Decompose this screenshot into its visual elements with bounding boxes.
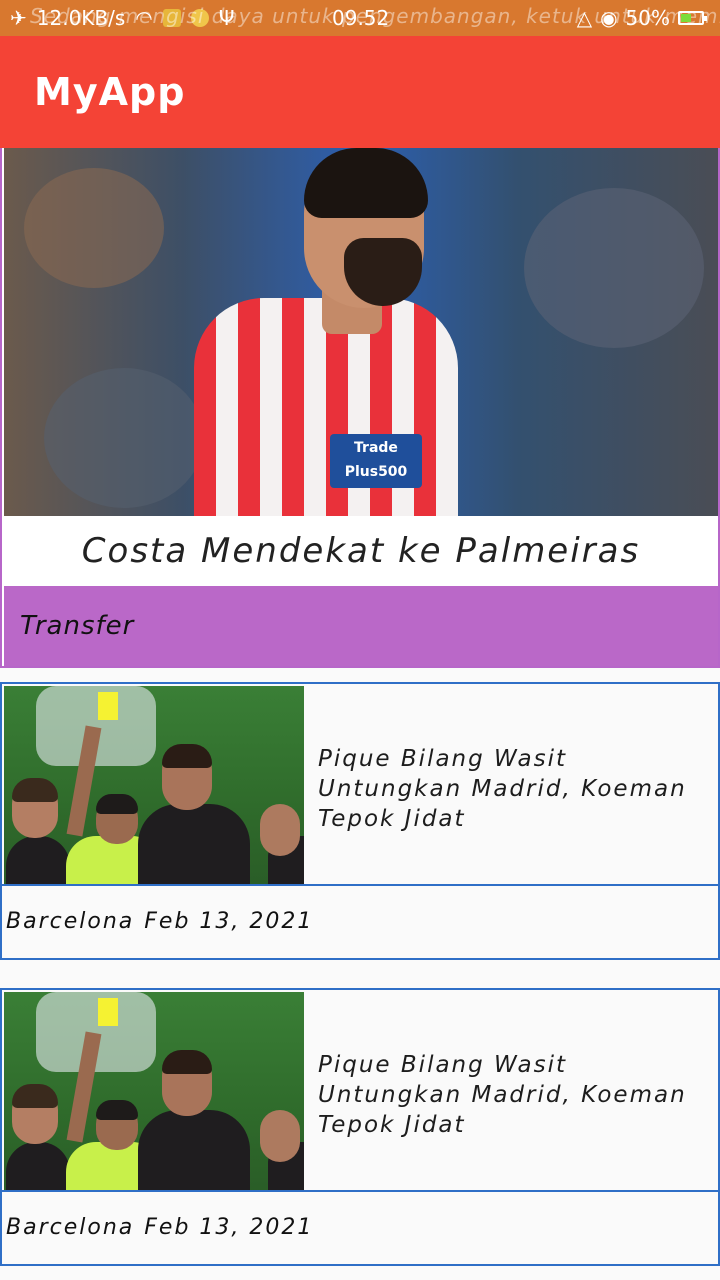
player-left-hair (12, 778, 58, 802)
news-meta: Barcelona Feb 13, 2021 (6, 886, 706, 956)
battery-icon (678, 11, 707, 25)
app-title: MyApp (34, 70, 186, 114)
news-team: Barcelona (6, 908, 135, 934)
player-left-hair (12, 1084, 58, 1108)
player-hair (304, 148, 428, 218)
news-date: Feb 13, 2021 (144, 1214, 314, 1240)
player-left (6, 1142, 70, 1192)
alarm-icon: △ (576, 6, 593, 30)
featured-headline[interactable]: Costa Mendekat ke Palmeiras (4, 516, 718, 586)
featured-card[interactable]: Trade Plus500 Costa Mendekat ke Palmeira… (0, 148, 720, 668)
crowd-blur (24, 168, 164, 288)
crowd-blur (524, 188, 704, 348)
player-center (138, 804, 250, 886)
category-label[interactable]: Transfer (4, 586, 718, 666)
news-team: Barcelona (6, 1214, 135, 1240)
news-title[interactable]: Pique Bilang Wasit Untungkan Madrid, Koe… (318, 744, 708, 834)
player-right-head (260, 804, 300, 856)
news-title[interactable]: Pique Bilang Wasit Untungkan Madrid, Koe… (318, 1050, 708, 1140)
clock: 09.52 (332, 6, 390, 30)
news-thumbnail[interactable] (4, 992, 304, 1192)
referee-hair (96, 794, 138, 814)
news-card[interactable]: Pique Bilang Wasit Untungkan Madrid, Koe… (0, 682, 720, 960)
battery-fill (681, 14, 691, 22)
player-center (138, 1110, 250, 1192)
player-left (6, 836, 70, 886)
jersey-sponsor: Trade Plus500 (330, 434, 422, 488)
news-thumbnail[interactable] (4, 686, 304, 886)
app-bar: MyApp (0, 36, 720, 148)
news-card[interactable]: Pique Bilang Wasit Untungkan Madrid, Koe… (0, 988, 720, 1266)
news-date: Feb 13, 2021 (144, 908, 314, 934)
player-center-hair (162, 1050, 212, 1074)
player-right-head (260, 1110, 300, 1162)
battery-percent: 50% (625, 6, 670, 30)
status-bar: Sedang mengisi daya untuk pengembangan, … (0, 0, 720, 36)
referee-hair (96, 1100, 138, 1120)
featured-image[interactable]: Trade Plus500 (4, 148, 718, 516)
yellow-card-icon (98, 998, 118, 1026)
yellow-card-icon (98, 692, 118, 720)
crowd-blur (44, 368, 204, 508)
player-center-hair (162, 744, 212, 768)
eye-icon: ◉ (600, 6, 618, 30)
news-meta: Barcelona Feb 13, 2021 (6, 1192, 706, 1262)
airplane-icon: ✈ (10, 6, 27, 30)
